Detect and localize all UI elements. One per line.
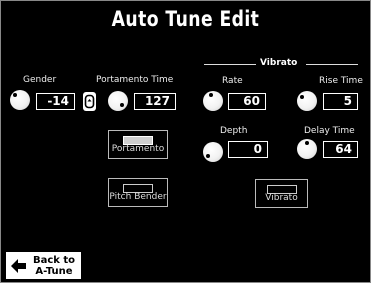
back-button-line2: A-Tune [35, 266, 73, 277]
rate-knob-indicator [209, 93, 213, 97]
portamento-button-label: Portamento [111, 144, 165, 154]
gender-adjust-icon [84, 94, 95, 109]
back-button-line1: Back to [32, 255, 76, 266]
delay-time-value[interactable]: 64 [323, 141, 358, 158]
rise-time-label: Rise Time [319, 76, 363, 86]
page-title: Auto Tune Edit [111, 7, 260, 31]
auto-tune-edit-screen: Auto Tune Edit Vibrato Gender -14 Portam… [0, 0, 371, 283]
pitch-bender-button[interactable]: Pitch Bender [108, 178, 168, 207]
rise-time-value[interactable]: 5 [323, 93, 358, 110]
vibrato-button[interactable]: Vibrato [255, 179, 308, 208]
rate-knob[interactable] [203, 91, 223, 111]
rate-label: Rate [222, 76, 243, 86]
rise-time-knob-indicator [300, 95, 304, 99]
depth-value[interactable]: 0 [228, 141, 268, 158]
depth-knob[interactable] [203, 142, 223, 162]
pitch-bender-button-label: Pitch Bender [109, 192, 167, 202]
portamento-button[interactable]: Portamento [108, 130, 168, 159]
portamento-time-knob[interactable] [108, 91, 128, 111]
depth-knob-indicator [206, 154, 210, 158]
vibrato-group-line-left [204, 64, 256, 65]
portamento-time-knob-indicator [120, 103, 124, 107]
vibrato-button-label: Vibrato [265, 193, 298, 203]
back-to-a-tune-button[interactable]: Back to A-Tune [6, 252, 81, 279]
gender-knob[interactable] [10, 90, 30, 110]
gender-value[interactable]: -14 [36, 93, 75, 110]
delay-time-label: Delay Time [304, 126, 355, 136]
back-arrow-icon [11, 259, 26, 273]
vibrato-group-label: Vibrato [260, 58, 298, 68]
portamento-time-value[interactable]: 127 [134, 93, 176, 110]
rise-time-knob[interactable] [297, 91, 317, 111]
vibrato-group-header: Vibrato [204, 58, 358, 70]
portamento-time-label: Portamento Time [96, 75, 174, 85]
gender-adjust-button[interactable] [83, 92, 96, 111]
gender-label: Gender [23, 75, 57, 85]
rate-value[interactable]: 60 [228, 93, 266, 110]
delay-time-knob[interactable] [297, 139, 317, 159]
gender-knob-indicator [13, 93, 17, 97]
delay-time-knob-indicator [305, 141, 309, 145]
vibrato-group-line-right [306, 64, 358, 65]
depth-label: Depth [220, 126, 248, 136]
